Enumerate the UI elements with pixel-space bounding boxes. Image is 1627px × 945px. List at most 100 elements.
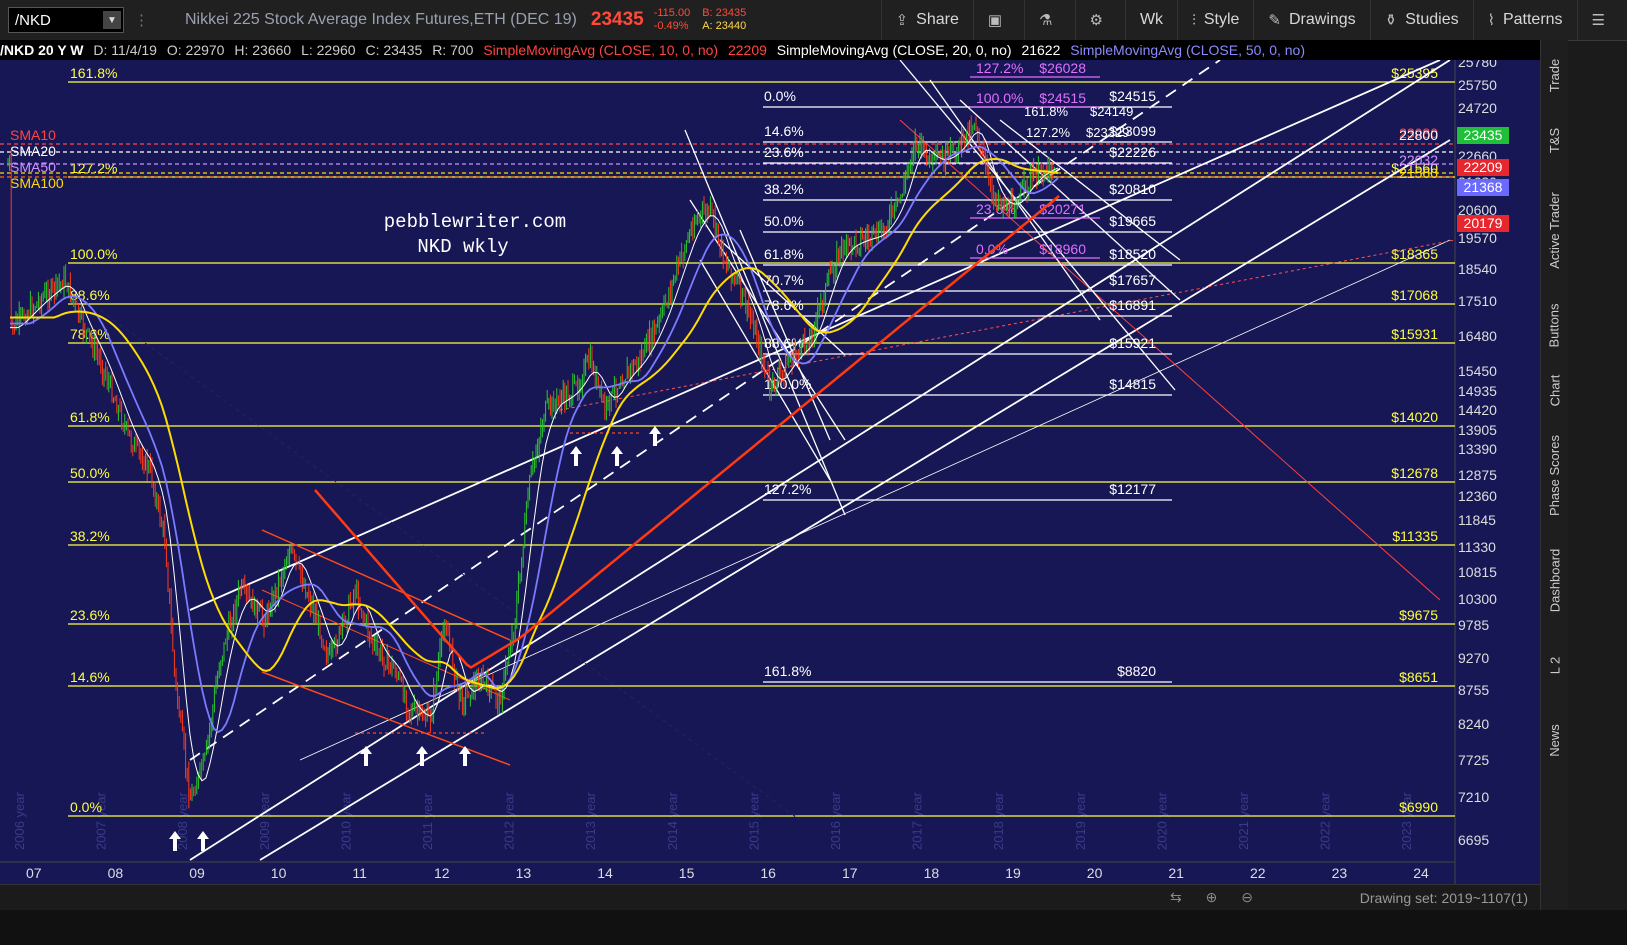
year-label: 2021 year <box>1236 792 1251 850</box>
side-tab-label: Chart <box>1547 374 1563 406</box>
settings-button[interactable]: ⚙ <box>1074 0 1125 40</box>
mid-channel-line <box>189 60 1221 761</box>
symbol-text: /NKD <box>15 11 51 29</box>
chevron-down-icon[interactable]: ▼ <box>103 11 121 29</box>
symbol-input[interactable]: /NKD ▼ <box>8 7 124 33</box>
time-axis-label: 07 <box>26 865 42 881</box>
inner-fib-price: $12177 <box>1109 481 1156 497</box>
inner-fib-pct: 127.2% <box>764 481 811 497</box>
price-axis-label: 24720 <box>1458 100 1497 116</box>
drawings-button[interactable]: ✎ Drawings <box>1253 0 1369 40</box>
time-axis-label: 18 <box>924 865 940 881</box>
time-axis-label: 14 <box>597 865 613 881</box>
fib-price-label: $15931 <box>1391 326 1438 342</box>
timeframe-button[interactable]: Wk <box>1124 0 1177 40</box>
time-axis-label: 19 <box>1005 865 1021 881</box>
sma100-line <box>10 157 1059 690</box>
faint-diagonal <box>99 309 801 821</box>
side-tab-active-trader[interactable]: Active Trader <box>1541 170 1568 290</box>
sma50-label[interactable]: SimpleMovingAvg (CLOSE, 50, 0, no) <box>1070 42 1305 58</box>
chart-info-bar: /NKD 20 Y W D: 11/4/19 O: 22970 H: 23660… <box>0 40 1540 60</box>
change-block: -115.00 -0.49% <box>654 7 691 33</box>
side-tab-news[interactable]: News <box>1541 700 1568 780</box>
up-arrow-icon <box>360 746 372 766</box>
side-tab-l-2[interactable]: L 2 <box>1541 630 1568 700</box>
sma-label: SMA20 <box>10 143 56 159</box>
price-axis-label: 9270 <box>1458 650 1489 666</box>
price-axis-label: 10815 <box>1458 564 1497 580</box>
fib-price-label: $11335 <box>1392 528 1438 544</box>
side-tab-label: Active Trader <box>1547 191 1562 269</box>
year-label: 2013 year <box>583 792 598 850</box>
grip-icon: ⋮ <box>134 12 149 29</box>
side-tab-phase-scores[interactable]: Phase Scores <box>1541 420 1568 530</box>
price-axis-label: 8240 <box>1458 716 1489 732</box>
sma200-line <box>314 195 1060 669</box>
change-value: -115.00 <box>653 7 691 19</box>
fib-pct-label: 0.0% <box>70 799 102 815</box>
time-axis-label: 17 <box>842 865 858 881</box>
price-axis-label: 7725 <box>1458 752 1489 768</box>
patterns-button[interactable]: ⌇ Patterns <box>1472 0 1577 40</box>
side-tab-chart[interactable]: Chart <box>1541 360 1568 420</box>
small-fib-price: $23329 <box>1086 125 1129 140</box>
price-axis-label: 7210 <box>1458 789 1489 805</box>
zoom-controls-icon[interactable]: ⇆ ⊕ ⊖ <box>1170 889 1263 906</box>
side-tab-trade[interactable]: Trade <box>1541 40 1568 110</box>
bar-range: R: 700 <box>432 42 474 58</box>
year-label: 2008 year <box>175 792 190 850</box>
pink-fib-pct: 100.0% <box>976 90 1023 106</box>
time-axis-label: 21 <box>1168 865 1184 881</box>
price-axis-label: 19570 <box>1458 230 1497 246</box>
ask-value: A: 23440 <box>702 20 747 32</box>
price-axis-label: 6695 <box>1458 832 1489 848</box>
inner-fib-pct: 50.0% <box>764 213 804 229</box>
fib-price-label: $8651 <box>1399 669 1438 685</box>
side-tab-t-s[interactable]: T&S <box>1541 110 1568 170</box>
monitor-icon: ▣ <box>987 12 1003 29</box>
fib-price-label: $14020 <box>1391 409 1438 425</box>
pink-fib-price: $18960 <box>1039 241 1086 257</box>
sma-label: SMA10 <box>10 127 56 143</box>
price-axis-label: 8755 <box>1458 682 1489 698</box>
fib-price-label: $9675 <box>1399 607 1438 623</box>
sma20-label[interactable]: SimpleMovingAvg (CLOSE, 20, 0, no) <box>777 42 1012 58</box>
side-tab-dashboard[interactable]: Dashboard <box>1541 530 1568 630</box>
up-arrow-icon <box>197 831 209 851</box>
chart-canvas[interactable]: 2578025750247202369022660216302060019570… <box>0 60 1540 884</box>
fib-pct-label: 50.0% <box>70 465 110 481</box>
share-button[interactable]: ⇪ Share <box>880 0 973 40</box>
up-arrow-icon <box>611 446 623 466</box>
inner-fib-pct: 23.6% <box>764 144 804 160</box>
price-axis-label: 14420 <box>1458 402 1497 418</box>
sma10-label[interactable]: SimpleMovingAvg (CLOSE, 10, 0, no) <box>483 42 718 58</box>
style-button[interactable]: ⫶ Style <box>1177 0 1253 40</box>
price-axis-label: 18540 <box>1458 261 1497 277</box>
year-label: 2018 year <box>991 792 1006 850</box>
drawing-set-label[interactable]: Drawing set: 2019~1107(1) <box>1360 890 1528 906</box>
price-chart[interactable]: 2578025750247202369022660216302060019570… <box>0 60 1540 884</box>
side-tab-buttons[interactable]: Buttons <box>1541 290 1568 360</box>
pencil-icon: ✎ <box>1268 12 1281 29</box>
up-arrow-icon <box>416 746 428 766</box>
inner-fib-pct: 38.2% <box>764 181 804 197</box>
side-tab-label: Dashboard <box>1547 548 1563 612</box>
inner-fib-price: $15921 <box>1109 335 1156 351</box>
pink-fib-price: $20271 <box>1039 201 1086 217</box>
up-arrow-icon <box>649 426 661 446</box>
sma50-line <box>10 145 1059 734</box>
price-axis-label: 9785 <box>1458 617 1489 633</box>
price-axis-label: 17510 <box>1458 293 1497 309</box>
year-label: 2019 year <box>1073 792 1088 850</box>
price-axis-label: 12360 <box>1458 488 1497 504</box>
side-tab-label: Phase Scores <box>1547 434 1562 516</box>
bar-low: L: 22960 <box>301 42 356 58</box>
pink-fib-price: $26028 <box>1039 60 1086 76</box>
inner-fib-price: $16891 <box>1109 297 1156 313</box>
studies-button[interactable]: ⚱ Studies <box>1369 0 1473 40</box>
gadget-button[interactable]: ▣ <box>972 0 1024 40</box>
studies-lab-button[interactable]: ⚗ <box>1024 0 1074 40</box>
small-fib-pct: 161.8% <box>1024 104 1069 119</box>
side-tab-label: News <box>1547 723 1563 757</box>
menu-button[interactable]: ☰ <box>1576 0 1627 40</box>
